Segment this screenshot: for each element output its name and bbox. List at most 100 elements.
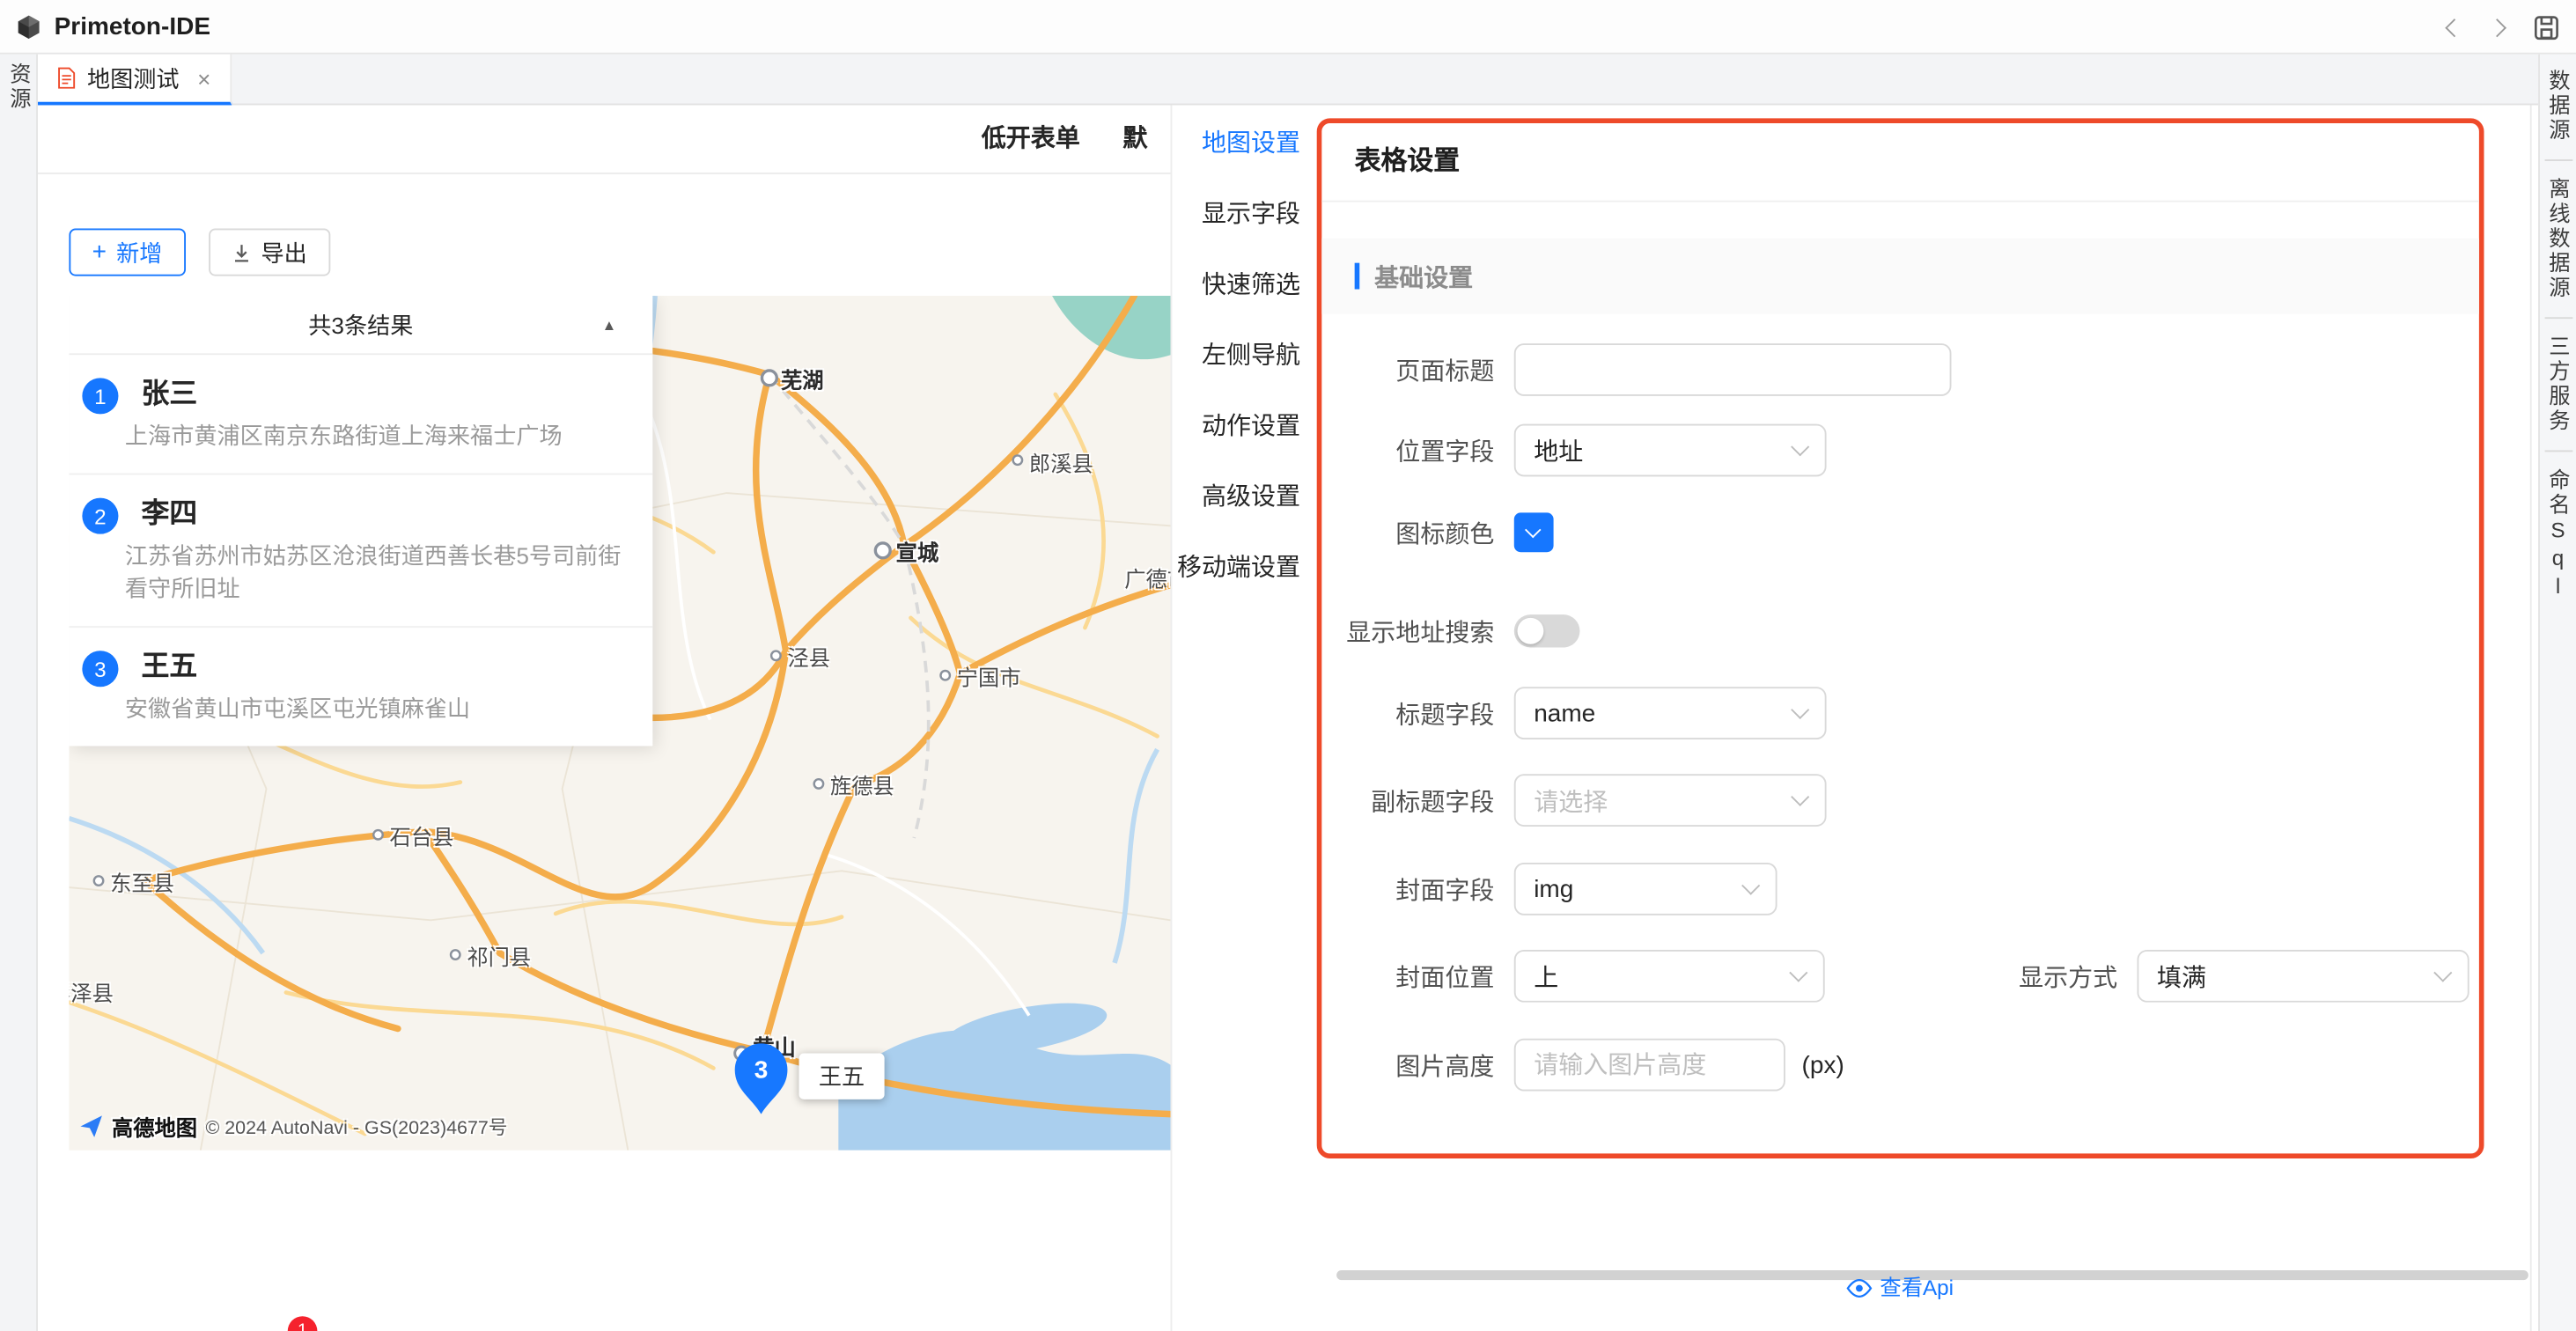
nav-action-settings[interactable]: 动作设置 [1172, 391, 1316, 461]
view-api-link[interactable]: 查看Api [1845, 1272, 1954, 1305]
map-marker-label[interactable]: 王五 [799, 1054, 885, 1099]
right-rail-offline-datasource[interactable]: 离线数据源 [2539, 169, 2576, 309]
map-city-label: 宣城 [896, 536, 939, 567]
document-icon [57, 68, 76, 89]
collapse-caret-icon[interactable]: ▲ [602, 296, 617, 355]
display-mode-select[interactable]: 填满 [2138, 950, 2469, 1003]
nav-mobile-settings[interactable]: 移动端设置 [1172, 533, 1316, 603]
form-row-cover-position: 封面位置 上 显示方式 填满 [1321, 950, 2469, 1003]
right-rail-datasource[interactable]: 数据源 [2539, 61, 2576, 151]
map-city-label: 芜湖 [781, 364, 824, 394]
toggle-knob [1518, 618, 1544, 644]
nav-quick-filter[interactable]: 快速筛选 [1172, 250, 1316, 320]
api-link-row: 查看Api [1317, 1272, 2483, 1305]
nav-map-settings[interactable]: 地图设置 [1172, 108, 1316, 179]
form-row-page-title: 页面标题 [1321, 343, 2469, 396]
form-row-subtitle-field: 副标题字段 请选择 [1321, 774, 2469, 827]
left-rail-resources[interactable]: 资源 [0, 55, 38, 121]
item-name: 王五 [142, 647, 627, 687]
location-field-label: 位置字段 [1321, 433, 1494, 467]
panel-title: 表格设置 [1321, 123, 2479, 202]
settings-panel: 地图设置 显示字段 快速筛选 左侧导航 动作设置 高级设置 移动端设置 表格设置… [1171, 105, 2539, 1331]
rail-divider [2544, 159, 2572, 161]
form-row-title-field: 标题字段 name [1321, 687, 2469, 739]
address-search-toggle[interactable] [1514, 614, 1580, 647]
display-mode-label: 显示方式 [1825, 959, 2117, 993]
chevron-down-icon [1525, 522, 1541, 538]
canvas-toolbar: + 新增 导出 [69, 228, 329, 276]
map-marker-pin[interactable]: 3 [726, 1035, 795, 1117]
subtitle-field-select[interactable]: 请选择 [1514, 774, 1827, 827]
image-height-suffix: (px) [1802, 1051, 1844, 1079]
download-icon [232, 242, 251, 261]
amap-logo-text: 高德地图 [112, 1111, 197, 1142]
list-item[interactable]: 3 王五 安徽省黄山市屯溪区屯光镇麻雀山 [69, 628, 652, 746]
list-item[interactable]: 2 李四 江苏省苏州市姑苏区沧浪街道西善长巷5号司前街看守所旧址 [69, 474, 652, 628]
nav-display-fields[interactable]: 显示字段 [1172, 179, 1316, 249]
form-row-location-field: 位置字段 地址 [1321, 424, 2469, 477]
right-rail-named-sql[interactable]: 命名Sql [2539, 460, 2576, 610]
title-field-label: 标题字段 [1321, 696, 1494, 731]
icon-color-picker[interactable] [1514, 512, 1554, 552]
form-row-address-search: 显示地址搜索 [1321, 605, 2469, 658]
amap-logo-icon [79, 1114, 104, 1139]
item-address: 江苏省苏州市姑苏区沧浪街道西善长巷5号司前街看守所旧址 [125, 539, 627, 605]
cover-field-label: 封面字段 [1321, 871, 1494, 906]
form-row-cover-field: 封面字段 img [1321, 863, 2469, 916]
cover-position-select[interactable]: 上 [1514, 950, 1825, 1003]
list-item[interactable]: 1 张三 上海市黄浦区南京东路街道上海来福士广场 [69, 355, 652, 474]
results-summary: 共3条结果 [308, 313, 413, 339]
add-button[interactable]: + 新增 [69, 228, 185, 276]
eye-icon [1845, 1278, 1872, 1298]
select-value: 上 [1534, 959, 1558, 993]
chevron-down-icon [1741, 877, 1760, 895]
chevron-down-icon [2433, 964, 2452, 982]
tab-map-test[interactable]: 地图测试 × [38, 55, 232, 106]
nav-left-navigation[interactable]: 左侧导航 [1172, 320, 1316, 391]
settings-highlight-panel: 表格设置 基础设置 页面标题 位置字段 地址 图 [1317, 118, 2484, 1158]
primeton-ide-window: Primeton-IDE 资源 数据源 离线数据源 三方服务 命名Sql 地图测… [0, 0, 2576, 1331]
item-name: 张三 [142, 375, 627, 415]
right-rail-third-party-services[interactable]: 三方服务 [2539, 327, 2576, 442]
section-accent-bar [1355, 263, 1360, 290]
nav-advanced-settings[interactable]: 高级设置 [1172, 462, 1316, 533]
settings-nav: 地图设置 显示字段 快速筛选 左侧导航 动作设置 高级设置 移动端设置 [1172, 108, 1316, 603]
rail-divider [2544, 450, 2572, 452]
canvas-header: 低开表单 默 [38, 105, 1171, 173]
image-height-input[interactable] [1514, 1039, 1785, 1092]
left-rail: 资源 [0, 55, 38, 1331]
save-icon[interactable] [2530, 11, 2563, 43]
map-city-label: 东至县 [110, 866, 174, 897]
tab-label: 地图测试 [87, 62, 180, 94]
map[interactable]: 芜湖 郎溪县 宣城 广德市 泾县 宁国市 旌德县 石台县 东至县 祁门县 彭泽县… [69, 296, 1170, 1151]
select-value: 地址 [1534, 433, 1583, 467]
item-name: 李四 [142, 495, 627, 534]
page-title-input[interactable] [1514, 343, 1952, 396]
results-panel: 共3条结果 ▲ 1 张三 上海市黄浦区南京东路街道上海来福士广场 2 李四 江苏… [69, 296, 652, 746]
item-index-badge: 1 [82, 378, 118, 414]
export-button-label: 导出 [261, 236, 306, 268]
select-value: name [1534, 699, 1595, 727]
export-button[interactable]: 导出 [209, 228, 330, 276]
select-value: 填满 [2157, 959, 2206, 993]
select-placeholder: 请选择 [1534, 783, 1608, 817]
svg-text:3: 3 [754, 1056, 769, 1084]
app-title: Primeton-IDE [55, 12, 210, 40]
app-logo-icon [15, 12, 43, 40]
cover-field-select[interactable]: img [1514, 863, 1777, 916]
canvas-title-partial: 默 [1122, 105, 1147, 173]
vertical-scrollbar-track[interactable] [2530, 105, 2532, 1331]
form-row-image-height: 图片高度 (px) [1321, 1039, 2469, 1092]
nav-back-icon[interactable] [2445, 18, 2464, 37]
close-tab-icon[interactable]: × [197, 67, 210, 90]
title-field-select[interactable]: name [1514, 687, 1827, 739]
nav-forward-icon[interactable] [2487, 18, 2506, 37]
plus-icon: + [92, 240, 107, 265]
workspace: 低开表单 默 + 新增 导出 [38, 105, 2538, 1331]
canvas-title: 低开表单 [982, 105, 1080, 173]
location-field-select[interactable]: 地址 [1514, 424, 1827, 477]
add-button-label: 新增 [116, 236, 162, 268]
select-value: img [1534, 875, 1573, 903]
subtitle-field-label: 副标题字段 [1321, 783, 1494, 817]
icon-color-label: 图标颜色 [1321, 515, 1494, 549]
